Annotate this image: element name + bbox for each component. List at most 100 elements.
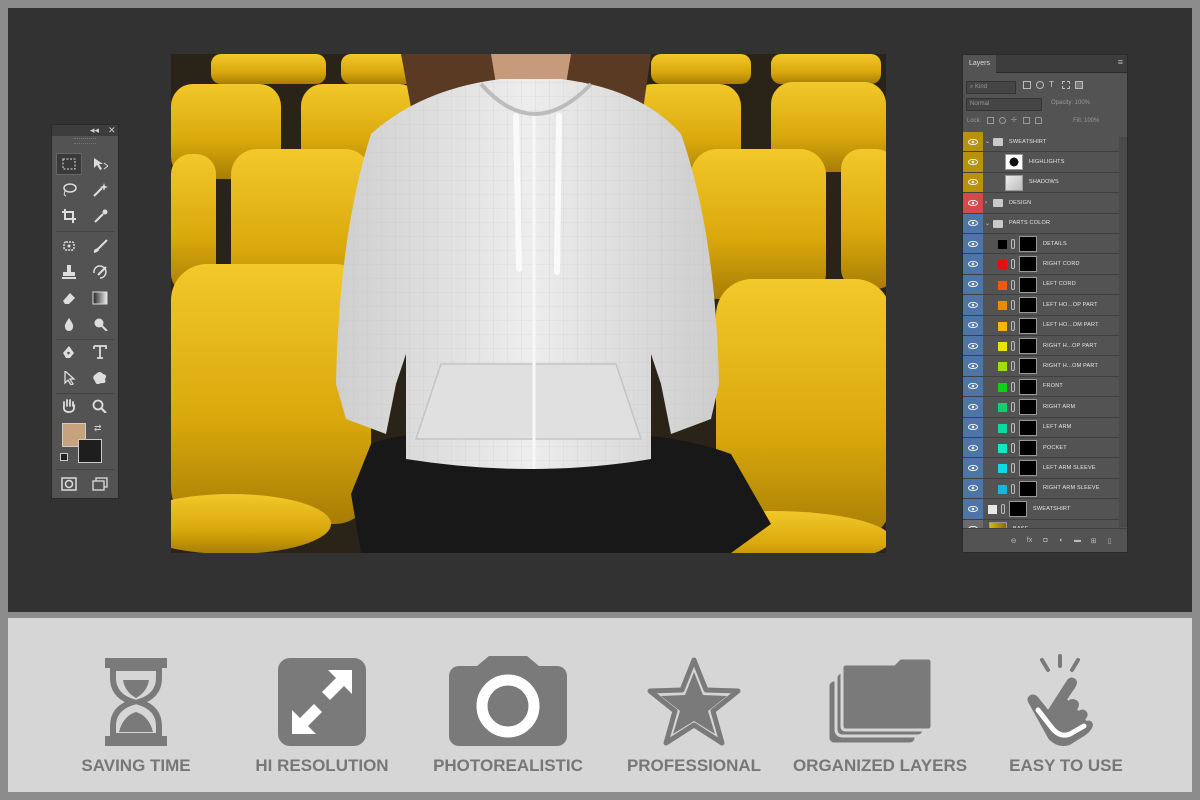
visibility-eye-icon[interactable] [963, 356, 983, 376]
visibility-eye-icon[interactable] [963, 274, 983, 295]
chain-link-icon[interactable] [1011, 320, 1015, 331]
visibility-eye-icon[interactable] [963, 213, 983, 233]
new-layer-icon[interactable]: ⊞ [1088, 535, 1099, 546]
lock-pixels-icon[interactable] [999, 117, 1006, 124]
visibility-eye-icon[interactable] [963, 376, 983, 397]
marquee-tool-icon[interactable] [56, 153, 82, 175]
collapse-group-icon[interactable]: ⌄ [985, 132, 990, 151]
chain-link-icon[interactable] [1011, 361, 1015, 372]
move-tool-icon[interactable] [87, 153, 113, 175]
quick-mask-icon[interactable] [56, 473, 82, 495]
default-colors-icon[interactable] [60, 453, 68, 461]
hand-tool-icon[interactable] [56, 395, 82, 417]
filter-adjustment-icon[interactable] [1036, 81, 1044, 89]
adjustment-layer-icon[interactable]: ◐ [1056, 535, 1067, 546]
lock-artboard-icon[interactable] [1023, 117, 1030, 124]
chain-link-icon[interactable] [1011, 341, 1015, 351]
healing-brush-tool-icon[interactable] [56, 235, 82, 257]
layer-row[interactable]: RIGHT ARM SLEEVE [963, 478, 1119, 500]
delete-layer-icon[interactable]: ▯ [1104, 535, 1115, 546]
chain-link-icon[interactable] [1011, 483, 1015, 494]
new-group-icon[interactable]: ▬ [1072, 535, 1083, 546]
filter-pixel-icon[interactable] [1023, 81, 1031, 89]
layers-scrollbar[interactable] [1119, 137, 1127, 527]
crop-tool-icon[interactable] [56, 205, 82, 227]
visibility-eye-icon[interactable] [963, 438, 983, 458]
history-brush-tool-icon[interactable] [87, 261, 113, 283]
filter-smart-object-icon[interactable] [1075, 81, 1083, 89]
layer-row[interactable]: DETAILS [963, 234, 1119, 255]
gradient-tool-icon[interactable] [87, 287, 113, 309]
layer-row[interactable]: RIGHT H...OM PART [963, 356, 1119, 377]
custom-shape-tool-icon[interactable] [87, 367, 113, 389]
layer-row[interactable]: RIGHT H...OP PART [963, 336, 1119, 357]
visibility-eye-icon[interactable] [963, 172, 983, 193]
brush-tool-icon[interactable] [87, 235, 113, 257]
tools-panel-header[interactable]: ◂◂ ✕ [52, 125, 118, 136]
layer-row[interactable]: HIGHLIGHTS [963, 152, 1119, 173]
visibility-eye-icon[interactable] [963, 478, 983, 499]
visibility-eye-icon[interactable] [963, 295, 983, 315]
layer-row[interactable]: ⌄ PARTS COLOR [963, 213, 1119, 234]
add-mask-icon[interactable]: ◘ [1040, 535, 1051, 546]
chain-link-icon[interactable] [1011, 259, 1015, 270]
swap-colors-icon[interactable]: ⇄ [94, 423, 102, 434]
visibility-eye-icon[interactable] [963, 499, 983, 519]
chain-link-icon[interactable] [1011, 279, 1015, 290]
layer-row[interactable]: › DESIGN [963, 193, 1119, 214]
chain-link-icon[interactable] [1011, 381, 1015, 392]
layer-row[interactable]: RIGHT ARM [963, 397, 1119, 418]
layer-row[interactable]: RIGHT CORD [963, 254, 1119, 275]
dodge-tool-icon[interactable] [87, 313, 113, 335]
layer-row[interactable]: LEFT ARM SLEEVE [963, 458, 1119, 479]
opacity-field[interactable]: Opacity: 100% [1051, 100, 1090, 106]
chain-link-icon[interactable] [1011, 402, 1015, 413]
visibility-eye-icon[interactable] [963, 193, 983, 213]
layer-style-icon[interactable]: fx [1024, 535, 1035, 546]
path-selection-tool-icon[interactable] [56, 367, 82, 389]
layer-filter-select[interactable]: ⌕ Kind [966, 81, 1016, 94]
lock-position-icon[interactable]: ✢ [1011, 117, 1018, 124]
eyedropper-tool-icon[interactable] [87, 205, 113, 227]
close-panel-button[interactable]: ✕ [108, 125, 116, 136]
panel-grip[interactable] [74, 138, 96, 144]
layer-row[interactable]: ⌄ SWEATSHIRT [963, 132, 1119, 153]
blur-tool-icon[interactable] [56, 313, 82, 335]
visibility-eye-icon[interactable] [963, 417, 983, 437]
lock-transparency-icon[interactable] [987, 117, 994, 124]
layers-tab[interactable]: Layers [963, 55, 997, 73]
expand-group-icon[interactable]: › [985, 193, 987, 212]
panel-menu-icon[interactable]: ≡ [1118, 57, 1123, 67]
eraser-tool-icon[interactable] [56, 287, 82, 309]
filter-shape-icon[interactable] [1062, 81, 1070, 89]
clone-stamp-tool-icon[interactable] [56, 261, 82, 283]
layer-row[interactable]: SHADOWS [963, 172, 1119, 194]
collapse-panel-button[interactable]: ◂◂ [90, 125, 99, 136]
layer-row[interactable]: LEFT ARM [963, 417, 1119, 438]
link-layers-icon[interactable]: ⊖ [1008, 535, 1019, 546]
chain-link-icon[interactable] [1011, 443, 1015, 453]
collapse-group-icon[interactable]: ⌄ [985, 214, 990, 233]
chain-link-icon[interactable] [1011, 239, 1015, 249]
type-tool-icon[interactable] [87, 341, 113, 363]
visibility-eye-icon[interactable] [963, 458, 983, 478]
chain-link-icon[interactable] [1011, 422, 1015, 433]
layer-row[interactable]: LEFT HO...OM PART [963, 315, 1119, 336]
pen-tool-icon[interactable] [56, 341, 82, 363]
chain-link-icon[interactable] [1001, 504, 1005, 515]
chain-link-icon[interactable] [1011, 463, 1015, 474]
chain-link-icon[interactable] [1011, 300, 1015, 311]
layer-row[interactable]: LEFT HO...OP PART [963, 295, 1119, 316]
layer-row[interactable]: POCKET [963, 438, 1119, 459]
lasso-tool-icon[interactable] [56, 179, 82, 201]
magic-wand-tool-icon[interactable] [87, 179, 113, 201]
visibility-eye-icon[interactable] [963, 397, 983, 417]
blend-mode-select[interactable]: Normal [966, 98, 1042, 111]
visibility-eye-icon[interactable] [963, 132, 983, 152]
visibility-eye-icon[interactable] [963, 234, 983, 254]
lock-all-icon[interactable] [1035, 117, 1042, 124]
visibility-eye-icon[interactable] [963, 315, 983, 335]
layer-row[interactable]: LEFT CORD [963, 274, 1119, 296]
visibility-eye-icon[interactable] [963, 336, 983, 356]
layer-row[interactable]: FRONT [963, 376, 1119, 398]
